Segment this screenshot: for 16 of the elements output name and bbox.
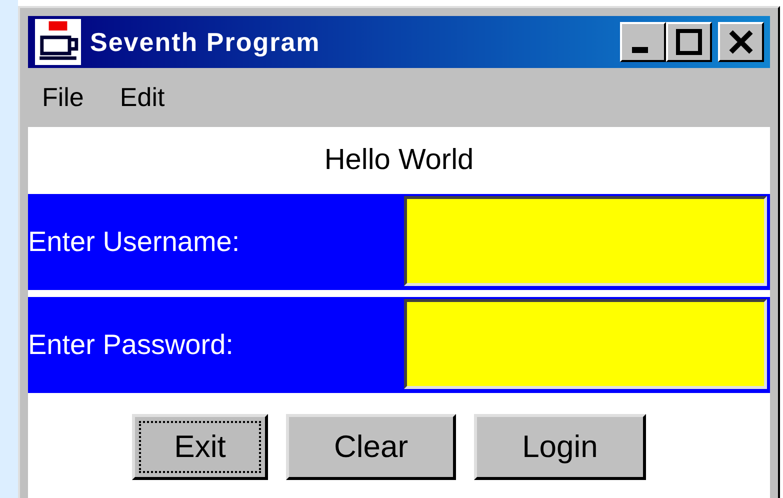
- input-field[interactable]: [404, 299, 767, 389]
- field-label: Enter Username:: [28, 225, 241, 259]
- login-button[interactable]: Login: [474, 414, 646, 480]
- clear-button[interactable]: Clear: [286, 414, 456, 480]
- field-label: Enter Password:: [28, 328, 234, 362]
- maximize-button[interactable]: [666, 22, 712, 62]
- exit-button[interactable]: Exit: [132, 414, 268, 480]
- greeting-label: Hello World: [323, 143, 475, 178]
- menu-item[interactable]: File: [42, 82, 84, 113]
- close-button[interactable]: [718, 22, 764, 62]
- window-title: Seventh Program: [90, 26, 322, 58]
- coffee-cup-icon: [34, 19, 82, 65]
- minimize-icon: [632, 47, 648, 53]
- menu-item[interactable]: Edit: [120, 82, 165, 113]
- input-field[interactable]: [404, 196, 767, 286]
- minimize-button[interactable]: [620, 22, 666, 62]
